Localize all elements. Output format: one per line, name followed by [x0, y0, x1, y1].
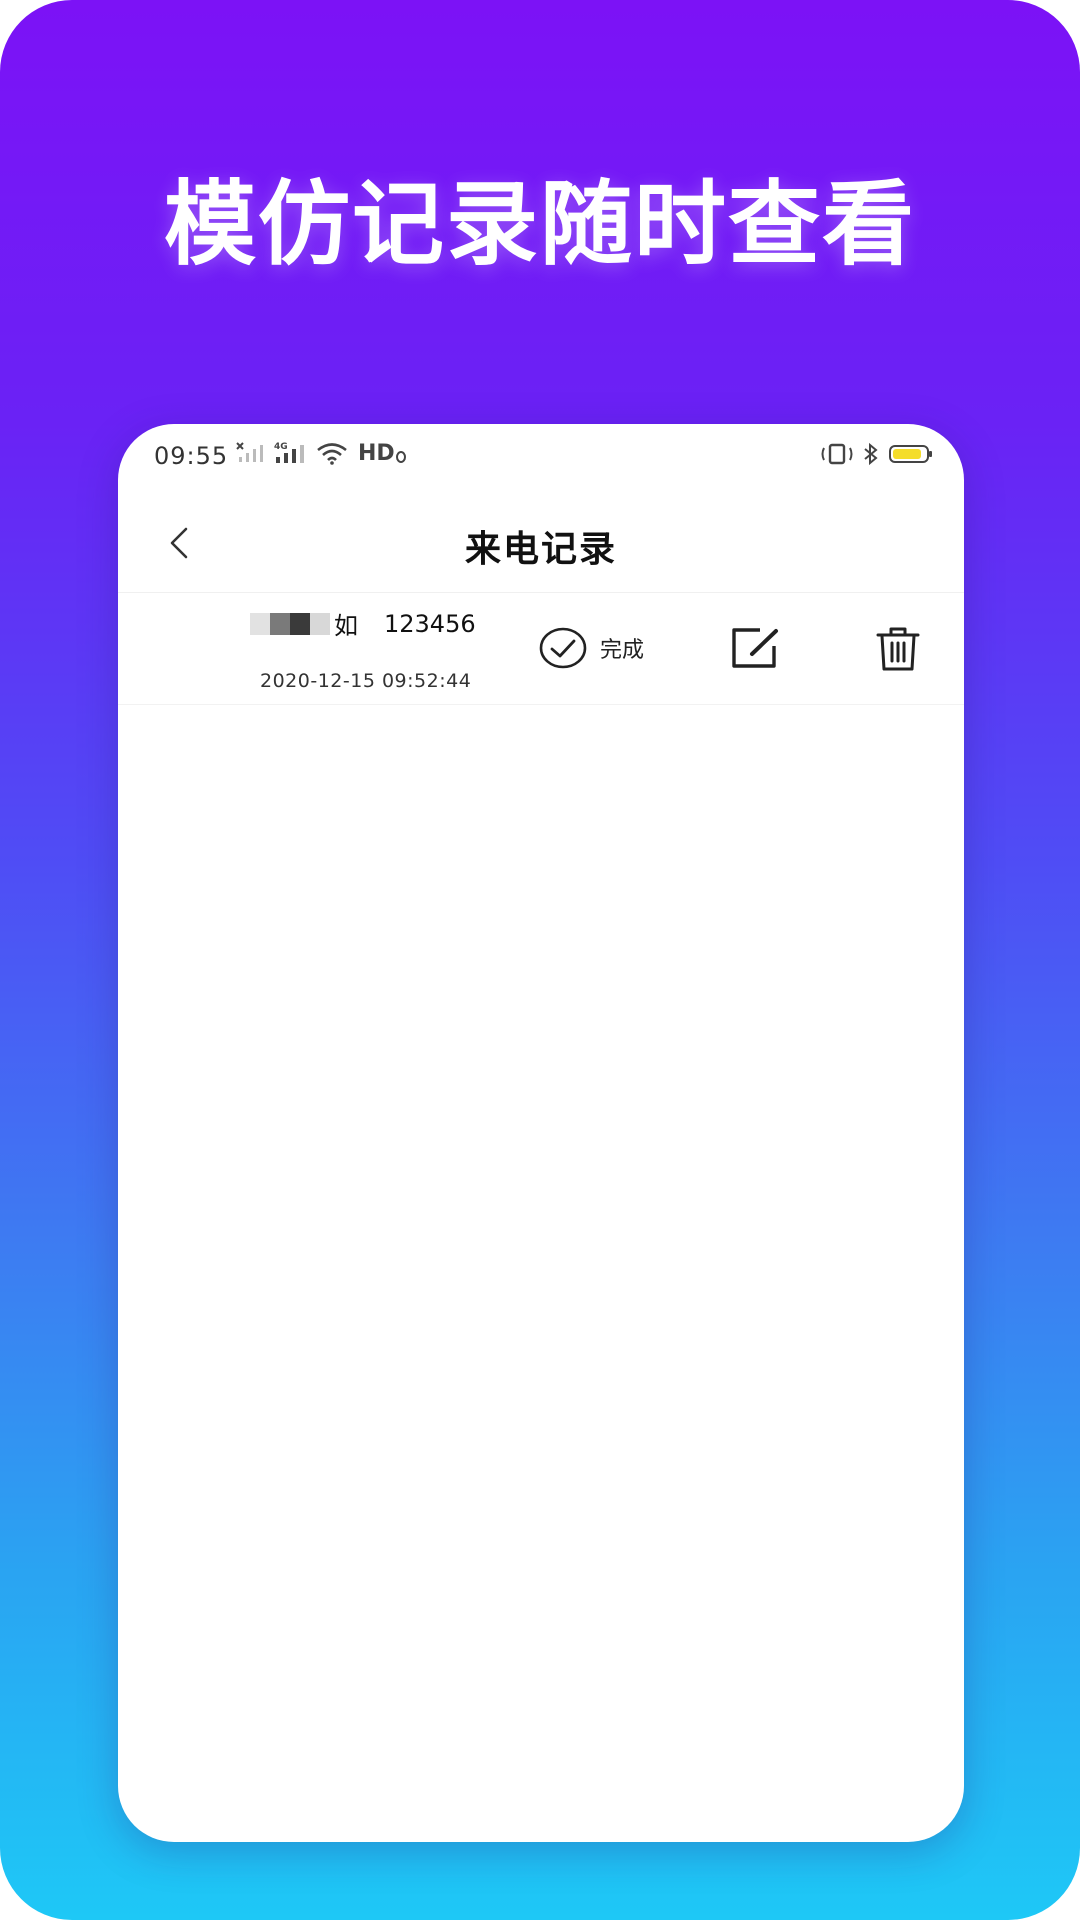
hd-dot-icon [395, 451, 406, 463]
promo-background: 模仿记录随时查看 09:55 4G HD 来电记录 如 123456 2020-… [0, 0, 1080, 1920]
nav-bar: 来电记录 [118, 494, 964, 593]
caller-number: 123456 [384, 609, 476, 638]
status-left-icons: 4G HD [236, 440, 415, 466]
vibrate-icon [821, 443, 853, 465]
promo-headline: 模仿记录随时查看 [163, 170, 916, 278]
delete-button[interactable] [876, 626, 920, 676]
no-signal-icon [236, 442, 263, 462]
caller-name-redacted [250, 612, 330, 635]
call-record-row[interactable]: 如 123456 2020-12-15 09:52:44 完成 [118, 592, 964, 705]
signal-4g-icon: 4G [274, 442, 304, 463]
trash-icon [876, 627, 920, 671]
bluetooth-icon [864, 442, 878, 466]
status-right-icons [812, 442, 934, 466]
hd-label: HD [358, 440, 395, 466]
caller-name: 如 [334, 612, 358, 640]
status-bar: 09:55 4G HD [118, 424, 964, 494]
page-title: 来电记录 [464, 529, 617, 570]
wifi-icon [317, 443, 347, 465]
status-time: 09:55 [154, 442, 229, 470]
battery-icon [889, 445, 932, 463]
caller-line: 如 123456 [250, 606, 476, 641]
edit-icon [732, 628, 778, 668]
done-button[interactable]: 完成 [538, 626, 644, 670]
svg-text:4G: 4G [274, 442, 288, 452]
phone-screen: 09:55 4G HD 来电记录 如 123456 2020-12-15 09:… [118, 424, 964, 1842]
edit-button[interactable] [730, 626, 782, 674]
record-timestamp: 2020-12-15 09:52:44 [260, 670, 472, 692]
check-circle-icon [539, 627, 587, 669]
done-label: 完成 [600, 638, 645, 663]
